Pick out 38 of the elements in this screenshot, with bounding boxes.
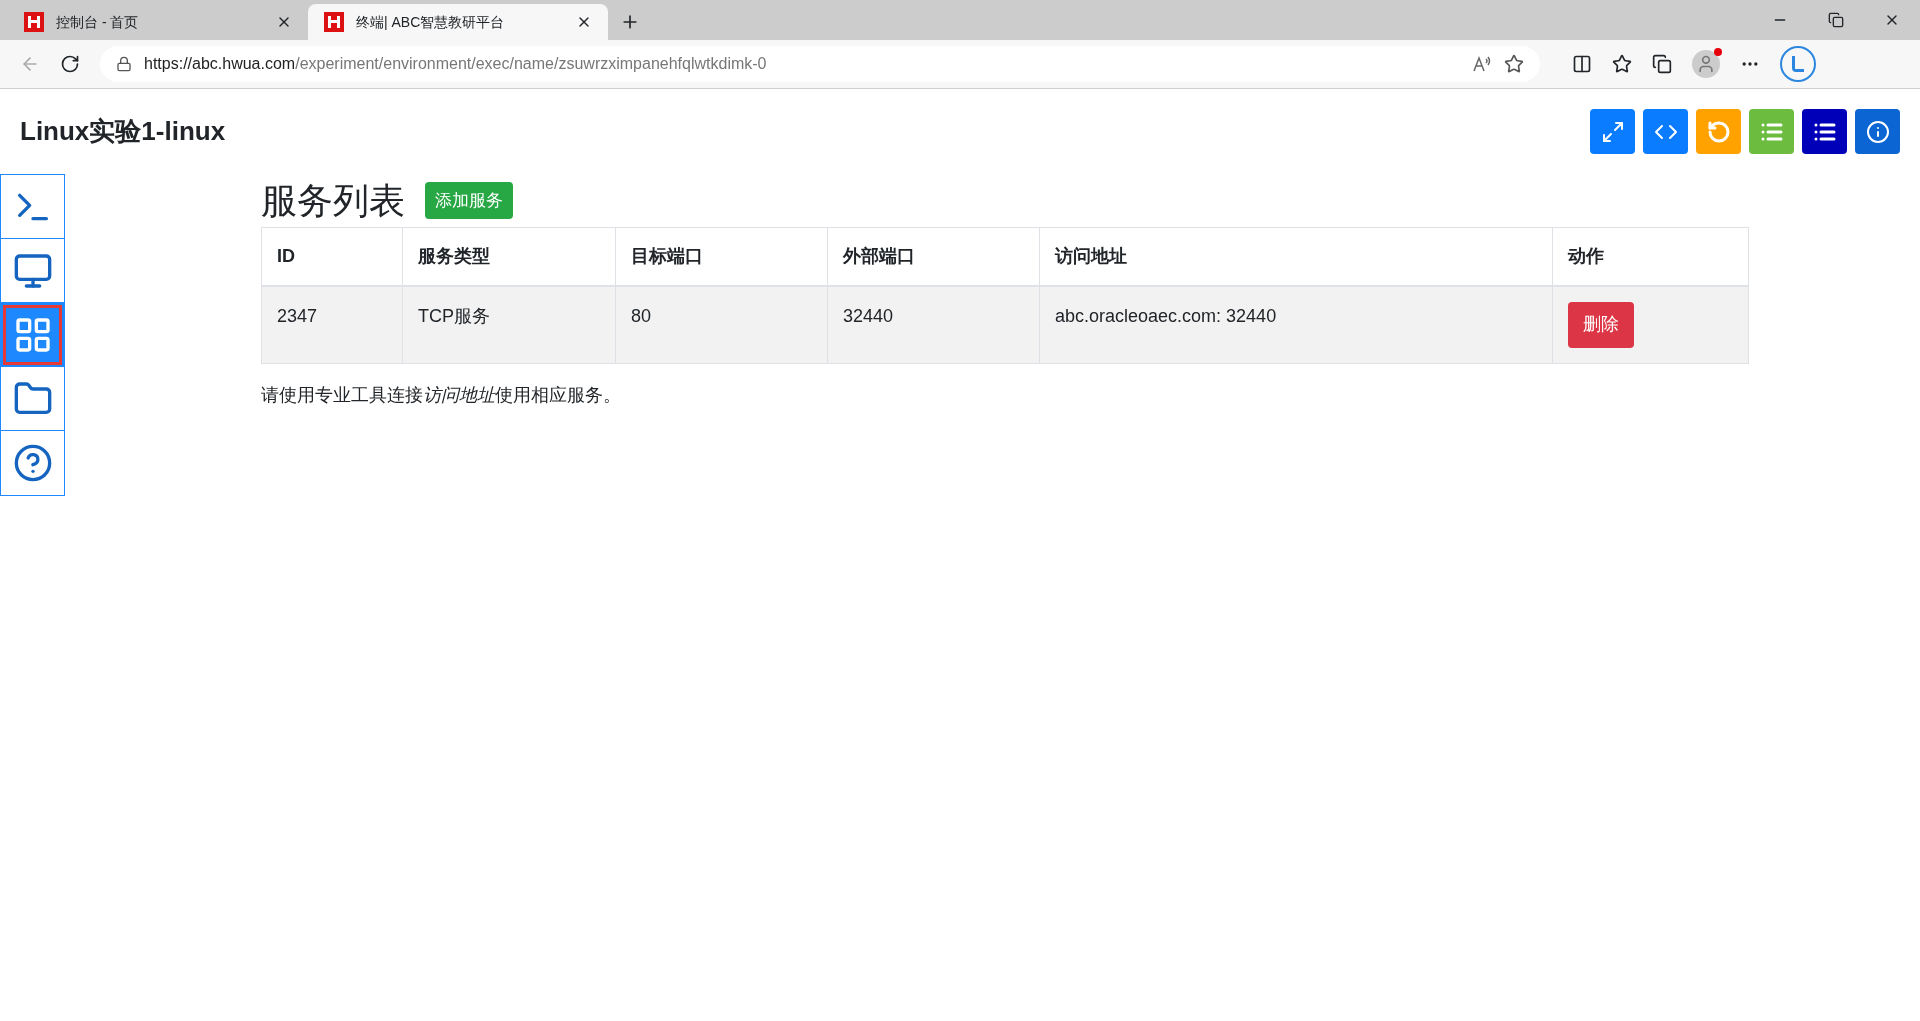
help-icon (12, 443, 53, 483)
usage-note: 请使用专业工具连接访问地址使用相应服务。 (261, 384, 622, 407)
table-cell: 32440 (827, 285, 1040, 364)
table-cell: abc.oracleoaec.com: 32440 (1039, 285, 1553, 364)
column-header: 动作 (1552, 227, 1749, 286)
favorites-icon[interactable] (1612, 54, 1632, 74)
profile-icon[interactable] (1692, 50, 1720, 78)
table-cell: TCP服务 (402, 285, 616, 364)
reset-icon (1706, 119, 1731, 144)
split-screen-icon[interactable] (1572, 54, 1592, 74)
add-favorite-icon[interactable] (1504, 54, 1524, 74)
column-header: 服务类型 (402, 227, 616, 286)
lock-icon (116, 56, 132, 72)
column-header: 外部端口 (827, 227, 1040, 286)
page-title: Linux实验1-linux (20, 115, 226, 148)
url-text: https://abc.hwua.com/experiment/environment/exec/name/zsuwrzximpanehfqlwtkdimk-0 (144, 54, 768, 74)
column-header: 访问地址 (1039, 227, 1553, 286)
tab-title: 终端| ABC智慧教研平台 (356, 12, 506, 32)
reload-icon[interactable] (60, 54, 80, 74)
section-heading: 服务列表 (261, 182, 405, 219)
delete-button[interactable]: 删除 (1568, 301, 1634, 348)
restore-icon[interactable] (1828, 12, 1844, 28)
favicon-icon (24, 12, 44, 32)
browser-tab[interactable]: 终端| ABC智慧教研平台 (308, 4, 608, 40)
column-header: ID (261, 227, 403, 286)
favicon-icon (324, 12, 344, 32)
info-icon (1865, 119, 1890, 144)
expand-icon (1600, 119, 1625, 144)
toolbar-button[interactable] (1855, 109, 1900, 154)
tab-title: 控制台 - 首页 (56, 12, 140, 32)
toolbar-button[interactable] (1802, 109, 1847, 154)
column-header: 目标端口 (615, 227, 828, 286)
read-aloud-icon[interactable] (1472, 54, 1492, 74)
collections-icon[interactable] (1652, 54, 1672, 74)
address-field[interactable]: https://abc.hwua.com/experiment/environment/exec/name/zsuwrzximpanehfqlwtkdimk-0 (100, 46, 1540, 82)
table-cell: 80 (615, 285, 828, 364)
table-cell: 2347 (261, 285, 403, 364)
sidebar-item[interactable] (1, 303, 64, 367)
